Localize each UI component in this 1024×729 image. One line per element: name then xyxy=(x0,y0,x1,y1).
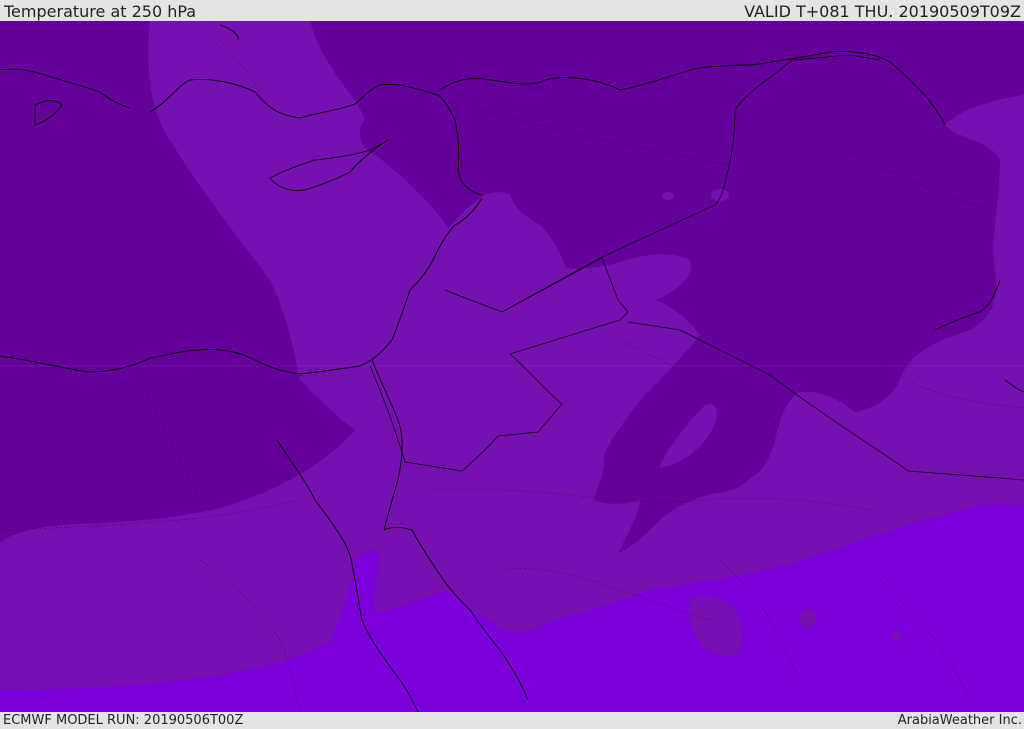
credit-label: ArabiaWeather Inc. xyxy=(897,713,1022,728)
temperature-map[interactable] xyxy=(0,21,1024,712)
model-run-label: ECMWF MODEL RUN: 20190506T00Z xyxy=(3,713,244,728)
map-title: Temperature at 250 hPa xyxy=(4,2,197,21)
temp-blob-3 xyxy=(799,609,817,627)
footer-bar: ECMWF MODEL RUN: 20190506T00Z ArabiaWeat… xyxy=(0,712,1024,729)
valid-time-label: VALID T+081 THU. 20190509T09Z xyxy=(744,2,1021,21)
temp-blob-4 xyxy=(892,631,902,641)
temp-blob-2 xyxy=(662,192,674,200)
temp-blob-1 xyxy=(711,189,729,201)
header-bar: Temperature at 250 hPa VALID T+081 THU. … xyxy=(0,0,1024,21)
map-canvas xyxy=(0,21,1024,712)
